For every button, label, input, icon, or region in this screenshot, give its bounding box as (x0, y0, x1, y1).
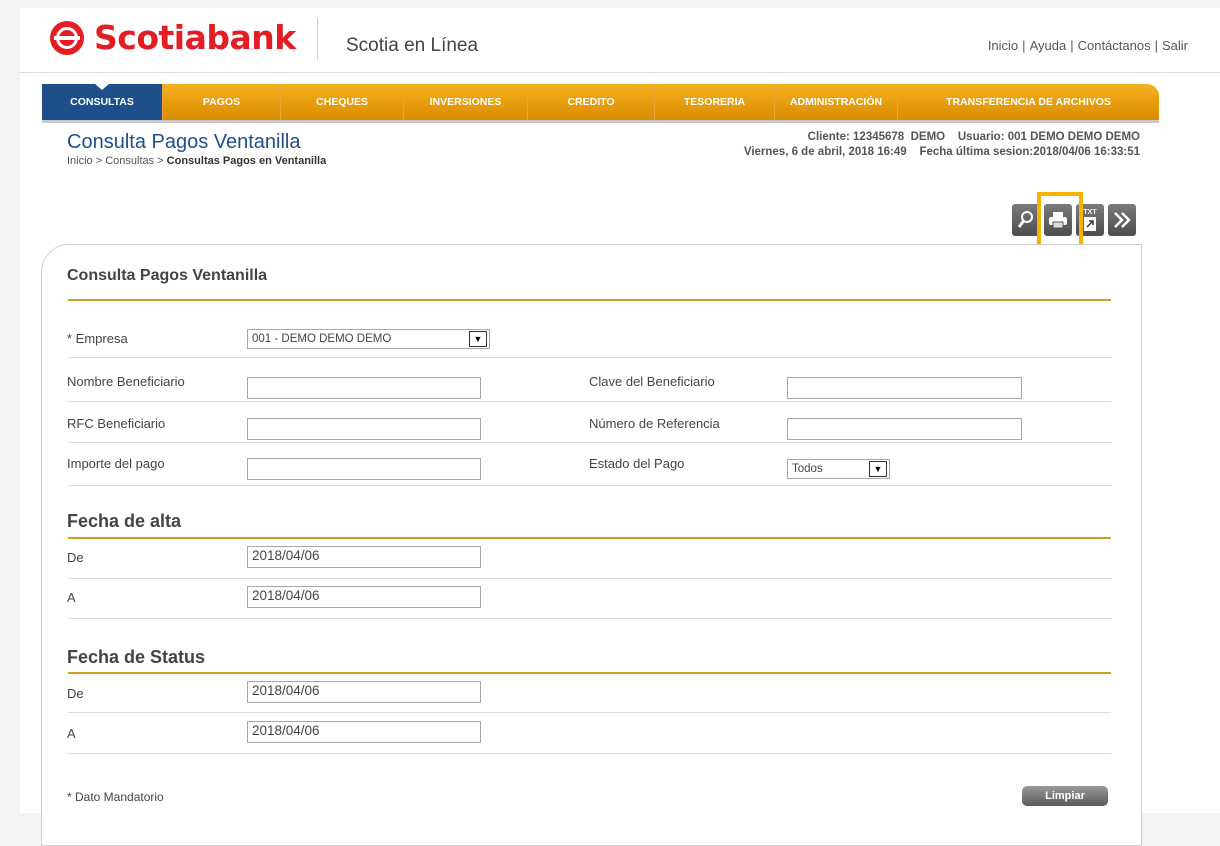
client-info: Cliente: 12345678 DEMO Usuario: 001 DEMO… (744, 130, 1140, 160)
empresa-label: * Empresa (67, 331, 128, 346)
row-divider (68, 753, 1111, 754)
nav-transferencia-archivos[interactable]: TRANSFERENCIA DE ARCHIVOS (898, 84, 1159, 120)
limpiar-button[interactable]: Limpiar (1022, 786, 1108, 806)
session-date-line: Viernes, 6 de abril, 2018 16:49 Fecha úl… (743, 146, 1140, 158)
row-divider (68, 578, 1111, 579)
empresa-select[interactable]: 001 - DEMO DEMO DEMO ▼ (247, 329, 490, 349)
nombre-beneficiario-label: Nombre Beneficiario (67, 374, 185, 389)
row-divider (68, 485, 1111, 486)
mandatory-note: * Dato Mandatorio (67, 790, 164, 804)
status-de-input[interactable]: 2018/04/06 (247, 681, 481, 703)
nav-inversiones[interactable]: INVERSIONES (404, 84, 528, 120)
app-name: Scotia en Línea (346, 35, 479, 56)
status-a-label: A (67, 726, 76, 741)
estado-pago-select-value: Todos (792, 463, 823, 475)
next-icon[interactable] (1108, 204, 1136, 236)
alta-a-label: A (67, 590, 76, 605)
scotiabank-globe-icon (50, 20, 84, 55)
header-line (20, 72, 1220, 73)
chevron-down-icon: ▼ (469, 331, 487, 347)
nav-consultas[interactable]: CONSULTAS (42, 84, 163, 120)
search-icon[interactable] (1012, 204, 1040, 236)
nav-cheques[interactable]: CHEQUES (281, 84, 404, 120)
row-divider (68, 357, 1111, 358)
fecha-alta-underline (68, 537, 1111, 539)
page-title: Consulta Pagos Ventanilla (67, 131, 301, 153)
nav-tesoreria[interactable]: TESORERIA (655, 84, 775, 120)
nav-administracion[interactable]: ADMINISTRACIÓN (775, 84, 898, 120)
client-line: Cliente: 12345678 DEMO Usuario: 001 DEMO… (807, 131, 1140, 143)
chevron-down-icon: ▼ (869, 461, 887, 477)
alta-de-input[interactable]: 2018/04/06 (247, 546, 481, 568)
empresa-select-value: 001 - DEMO DEMO DEMO (252, 333, 392, 345)
row-divider (68, 401, 1111, 402)
breadcrumb-path[interactable]: Inicio > Consultas > (67, 155, 167, 167)
estado-pago-select[interactable]: Todos ▼ (787, 459, 890, 479)
fecha-alta-title: Fecha de alta (67, 511, 182, 531)
nav-underline (42, 120, 1159, 123)
header-divider (317, 18, 318, 60)
row-divider (68, 618, 1111, 619)
link-inicio[interactable]: Inicio (988, 38, 1018, 53)
scotiabank-logo[interactable]: Scotiabank (50, 18, 296, 57)
link-separator: | (1070, 38, 1074, 53)
rfc-beneficiario-label: RFC Beneficiario (67, 416, 166, 431)
numero-referencia-input[interactable] (787, 418, 1022, 440)
top-links: Inicio | Ayuda | Contáctanos | Salir (988, 38, 1188, 53)
link-separator: | (1154, 38, 1158, 53)
alta-de-label: De (67, 550, 84, 565)
breadcrumb: Inicio > Consultas > Consultas Pagos en … (67, 155, 326, 167)
alta-a-input[interactable]: 2018/04/06 (247, 586, 481, 608)
search-form-panel: Consulta Pagos Ventanilla * Empresa 001 … (41, 244, 1142, 846)
link-ayuda[interactable]: Ayuda (1030, 38, 1067, 53)
main-nav: CONSULTAS PAGOS CHEQUES INVERSIONES CRED… (42, 84, 1159, 120)
fecha-status-underline (68, 672, 1111, 674)
clave-beneficiario-label: Clave del Beneficiario (589, 374, 715, 389)
status-a-input[interactable]: 2018/04/06 (247, 721, 481, 743)
status-de-label: De (67, 686, 84, 701)
importe-pago-label: Importe del pago (67, 456, 165, 471)
numero-referencia-label: Número de Referencia (589, 416, 720, 431)
importe-pago-input[interactable] (247, 458, 481, 480)
panel-title: Consulta Pagos Ventanilla (67, 267, 268, 284)
link-contactanos[interactable]: Contáctanos (1078, 38, 1151, 53)
brand-name: Scotiabank (94, 18, 296, 57)
rfc-beneficiario-input[interactable] (247, 418, 481, 440)
page: Scotiabank Scotia en Línea Inicio | Ayud… (20, 8, 1220, 846)
breadcrumb-current: Consultas Pagos en Ventanilla (166, 155, 327, 167)
clave-beneficiario-input[interactable] (787, 377, 1022, 399)
row-divider (68, 712, 1111, 713)
panel-title-underline (68, 299, 1111, 301)
link-salir[interactable]: Salir (1162, 38, 1188, 53)
link-separator: | (1022, 38, 1026, 53)
nav-credito[interactable]: CREDITO (528, 84, 655, 120)
nav-pagos[interactable]: PAGOS (163, 84, 281, 120)
estado-pago-label: Estado del Pago (589, 456, 685, 471)
fecha-status-title: Fecha de Status (67, 647, 206, 667)
txt-label: TXT (1083, 209, 1097, 216)
row-divider (68, 442, 1111, 443)
nombre-beneficiario-input[interactable] (247, 377, 481, 399)
